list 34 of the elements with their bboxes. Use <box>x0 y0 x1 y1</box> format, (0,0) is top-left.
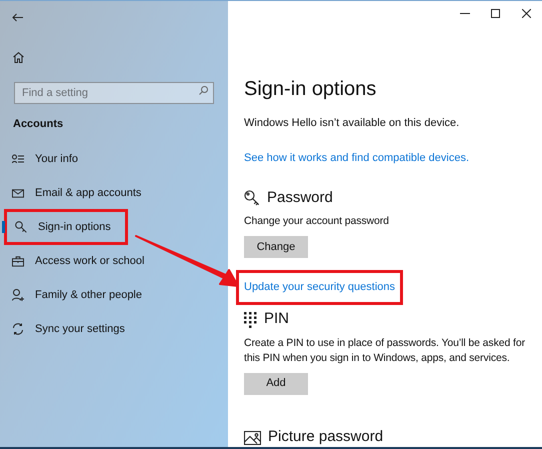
search-icon <box>199 86 208 95</box>
keypad-icon <box>244 312 257 328</box>
person-plus-icon <box>12 289 24 301</box>
section-heading: Accounts <box>13 117 64 132</box>
sync-icon <box>12 323 24 335</box>
sidebar-item[interactable]: Sign-in options <box>38 218 111 236</box>
maximize-icon[interactable] <box>491 8 500 18</box>
close-icon[interactable] <box>522 8 531 18</box>
info-text: Windows Hello isn’t available on this device. <box>244 116 460 131</box>
sidebar-item[interactable]: Access work or school <box>35 252 144 270</box>
description-text: Change your account password <box>244 214 390 229</box>
back-icon[interactable] <box>12 12 23 22</box>
image-icon <box>244 430 261 444</box>
security-questions-link[interactable]: Update your security questions <box>236 270 404 304</box>
home-icon[interactable] <box>13 52 24 62</box>
key-icon <box>244 190 260 206</box>
search-field[interactable]: Find a setting <box>14 82 214 104</box>
section-button[interactable]: Change <box>244 236 308 258</box>
minimize-icon[interactable] <box>460 12 470 14</box>
envelope-icon <box>12 188 24 198</box>
section-heading: Picture password <box>268 427 384 448</box>
person-list-icon <box>12 154 24 164</box>
sidebar-item[interactable]: Sync your settings <box>35 320 125 338</box>
page-title: Sign-in options <box>244 77 376 102</box>
section-heading: PIN <box>264 309 290 330</box>
description-text: Create a PIN to use in place of passwords. You’ll be asked for this PIN when you sign in to Windows, apps, and services. <box>244 336 526 366</box>
briefcase-icon <box>12 256 24 266</box>
section-heading: Password <box>267 188 333 208</box>
section-button[interactable]: Add <box>244 372 308 394</box>
sidebar-item[interactable]: Your info <box>35 150 78 168</box>
help-link[interactable]: See how it works and find compatible devices. <box>244 150 470 166</box>
key-icon <box>15 221 27 233</box>
sidebar-item[interactable]: Family & other people <box>35 286 142 304</box>
sidebar-item[interactable]: Email & app accounts <box>35 184 142 202</box>
